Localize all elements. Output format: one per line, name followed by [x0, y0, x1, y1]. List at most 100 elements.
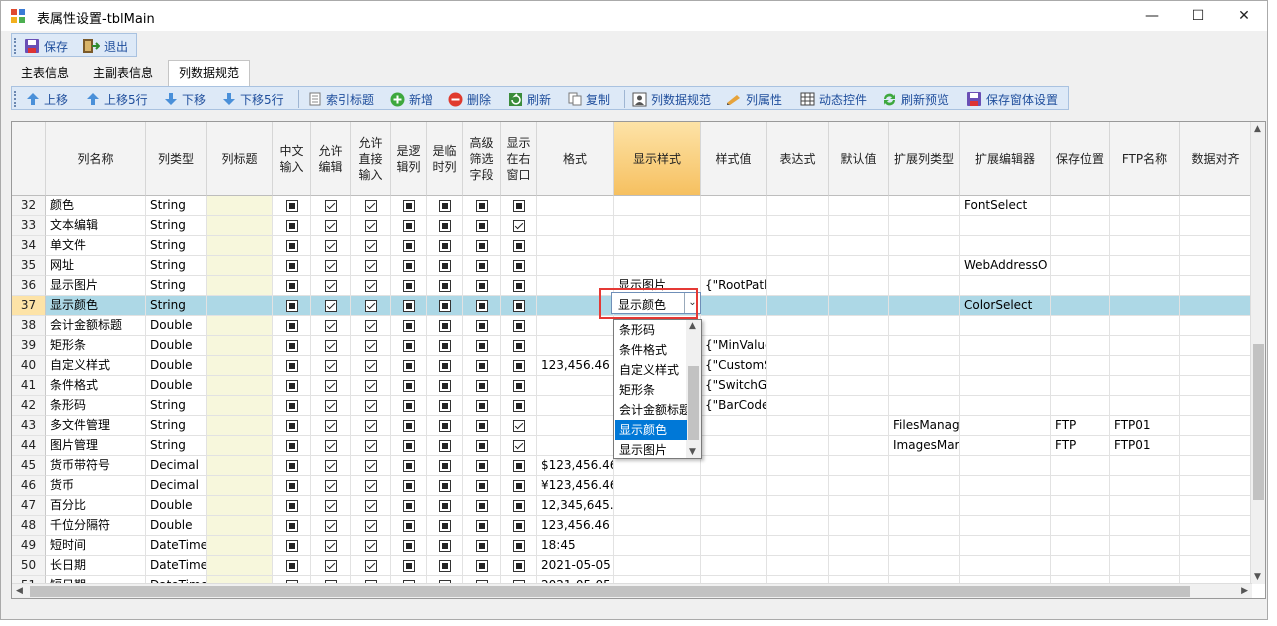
cell-is-logical[interactable] — [391, 516, 427, 536]
cell-format[interactable] — [537, 336, 614, 356]
cell-extended-editor[interactable] — [960, 496, 1051, 516]
cell-data-align[interactable] — [1180, 196, 1252, 216]
cell-expression[interactable] — [767, 336, 829, 356]
cell-advanced-filter[interactable] — [463, 376, 501, 396]
cell-extended-editor[interactable] — [960, 336, 1051, 356]
checkbox[interactable] — [364, 440, 377, 452]
cell-column-title[interactable] — [207, 356, 273, 376]
cell-save-location[interactable] — [1051, 296, 1110, 316]
checkbox[interactable] — [285, 220, 298, 232]
cell-default-value[interactable] — [829, 436, 889, 456]
cell-advanced-filter[interactable] — [463, 496, 501, 516]
cell-default-value[interactable] — [829, 556, 889, 576]
cell-allow-edit[interactable] — [311, 336, 351, 356]
checkbox[interactable] — [285, 400, 298, 412]
cell-expression[interactable] — [767, 456, 829, 476]
checkbox[interactable] — [438, 540, 451, 552]
cell-expression[interactable] — [767, 276, 829, 296]
row-number[interactable]: 42 — [12, 396, 46, 416]
cell-extended-editor[interactable] — [960, 216, 1051, 236]
cell-allow-direct-input[interactable] — [351, 536, 391, 556]
scroll-right-icon[interactable]: ▶ — [1241, 586, 1248, 596]
cell-allow-edit[interactable] — [311, 256, 351, 276]
cell-chinese-input[interactable] — [273, 336, 311, 356]
cell-is-temporary[interactable] — [427, 276, 463, 296]
checkbox[interactable] — [285, 260, 298, 272]
cell-default-value[interactable] — [829, 416, 889, 436]
cell-allow-direct-input[interactable] — [351, 496, 391, 516]
cell-extended-editor[interactable] — [960, 276, 1051, 296]
cell-ftp-name[interactable] — [1110, 256, 1180, 276]
cell-allow-edit[interactable] — [311, 436, 351, 456]
cell-ftp-name[interactable] — [1110, 196, 1180, 216]
checkbox[interactable] — [402, 480, 415, 492]
cell-extended-editor[interactable]: ColorSelect — [960, 296, 1051, 316]
refresh-button[interactable]: 刷新 — [508, 90, 551, 108]
cell-chinese-input[interactable] — [273, 356, 311, 376]
checkbox[interactable] — [402, 400, 415, 412]
cell-data-align[interactable] — [1180, 256, 1252, 276]
cell-is-logical[interactable] — [391, 216, 427, 236]
cell-extended-editor[interactable] — [960, 556, 1051, 576]
cell-extended-column-type[interactable] — [889, 476, 960, 496]
checkbox[interactable] — [324, 400, 337, 412]
cell-column-title[interactable] — [207, 276, 273, 296]
cell-extended-column-type[interactable] — [889, 316, 960, 336]
cell-extended-editor[interactable] — [960, 236, 1051, 256]
cell-column-type[interactable]: String — [146, 216, 207, 236]
checkbox[interactable] — [364, 280, 377, 292]
cell-advanced-filter[interactable] — [463, 396, 501, 416]
checkbox[interactable] — [402, 420, 415, 432]
checkbox[interactable] — [438, 460, 451, 472]
cell-column-name[interactable]: 短时间 — [46, 536, 146, 556]
move-up-5-button[interactable]: 上移5行 — [86, 90, 148, 108]
cell-extended-column-type[interactable] — [889, 516, 960, 536]
cell-default-value[interactable] — [829, 316, 889, 336]
checkbox[interactable] — [475, 540, 488, 552]
cell-style-value[interactable]: {"BarCode — [701, 396, 767, 416]
cell-advanced-filter[interactable] — [463, 356, 501, 376]
cell-expression[interactable] — [767, 396, 829, 416]
cell-is-temporary[interactable] — [427, 256, 463, 276]
table-row[interactable]: 47 百分比 Double 12,345,645.6 — [12, 496, 1252, 516]
checkbox[interactable] — [324, 320, 337, 332]
cell-format[interactable] — [537, 376, 614, 396]
cell-column-title[interactable] — [207, 456, 273, 476]
cell-ftp-name[interactable] — [1110, 516, 1180, 536]
dropdown-option[interactable]: 显示颜色 — [615, 420, 687, 440]
checkbox[interactable] — [364, 400, 377, 412]
checkbox[interactable] — [402, 200, 415, 212]
cell-allow-edit[interactable] — [311, 536, 351, 556]
checkbox[interactable] — [402, 280, 415, 292]
cell-is-logical[interactable] — [391, 376, 427, 396]
checkbox[interactable] — [438, 400, 451, 412]
checkbox[interactable] — [324, 360, 337, 372]
cell-extended-column-type[interactable] — [889, 276, 960, 296]
cell-is-logical[interactable] — [391, 316, 427, 336]
checkbox[interactable] — [324, 440, 337, 452]
cell-show-right-window[interactable] — [501, 416, 537, 436]
cell-default-value[interactable] — [829, 356, 889, 376]
dropdown-option[interactable]: 矩形条 — [615, 380, 687, 400]
checkbox[interactable] — [324, 200, 337, 212]
cell-extended-column-type[interactable] — [889, 336, 960, 356]
checkbox[interactable] — [438, 320, 451, 332]
cell-advanced-filter[interactable] — [463, 276, 501, 296]
checkbox[interactable] — [324, 560, 337, 572]
cell-extended-column-type[interactable] — [889, 536, 960, 556]
cell-allow-edit[interactable] — [311, 416, 351, 436]
cell-allow-edit[interactable] — [311, 216, 351, 236]
cell-allow-edit[interactable] — [311, 556, 351, 576]
cell-show-right-window[interactable] — [501, 396, 537, 416]
cell-data-align[interactable] — [1180, 216, 1252, 236]
checkbox[interactable] — [402, 360, 415, 372]
cell-style-value[interactable] — [701, 216, 767, 236]
checkbox[interactable] — [438, 220, 451, 232]
cell-format[interactable]: $123,456.46 — [537, 456, 614, 476]
cell-format[interactable] — [537, 216, 614, 236]
cell-display-style[interactable] — [614, 196, 701, 216]
checkbox[interactable] — [285, 460, 298, 472]
cell-format[interactable] — [537, 256, 614, 276]
cell-is-logical[interactable] — [391, 456, 427, 476]
cell-expression[interactable] — [767, 296, 829, 316]
